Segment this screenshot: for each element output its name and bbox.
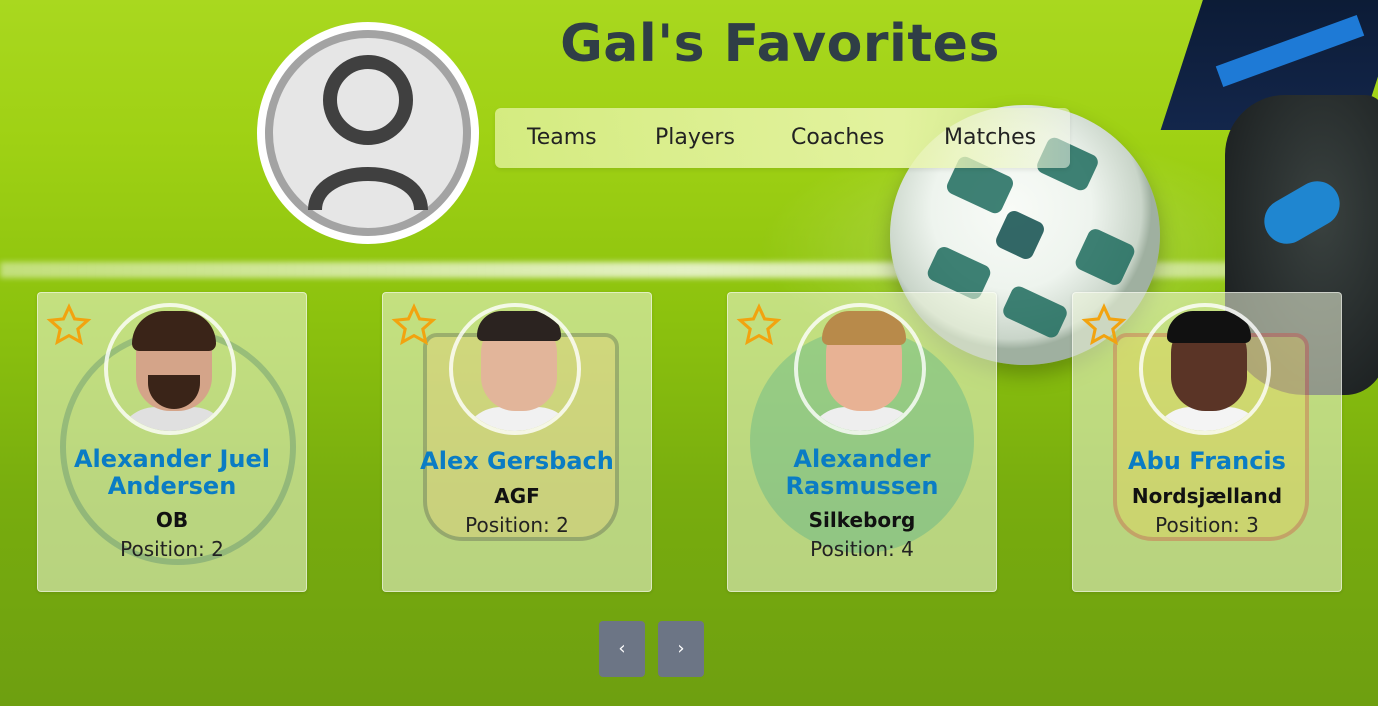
nav-teams[interactable]: Teams xyxy=(527,125,597,150)
star-icon[interactable] xyxy=(391,303,437,349)
star-icon[interactable] xyxy=(1081,303,1127,349)
field-line xyxy=(0,262,1378,278)
player-name[interactable]: Abu Francis xyxy=(1073,448,1341,475)
player-photo xyxy=(794,303,926,435)
page-title: Gal's Favorites xyxy=(560,14,1000,74)
player-position: Position: 4 xyxy=(810,537,914,561)
player-card[interactable]: Alex Gersbach AGF Position: 2 xyxy=(382,292,652,592)
team-name: AGF xyxy=(494,484,540,508)
prev-page-button[interactable]: ‹ xyxy=(599,621,645,677)
player-photo xyxy=(1139,303,1271,435)
user-icon xyxy=(308,55,428,211)
player-photo xyxy=(104,303,236,435)
nav-matches[interactable]: Matches xyxy=(944,125,1036,150)
team-name: Silkeborg xyxy=(808,508,916,532)
player-card[interactable]: Alexander Rasmussen Silkeborg Position: … xyxy=(727,292,997,592)
player-card[interactable]: Abu Francis Nordsjælland Position: 3 xyxy=(1072,292,1342,592)
avatar[interactable] xyxy=(257,22,479,244)
team-name: Nordsjælland xyxy=(1131,484,1283,508)
player-photo xyxy=(449,303,581,435)
player-name[interactable]: Alexander Rasmussen xyxy=(728,446,996,500)
player-position: Position: 2 xyxy=(120,537,224,561)
player-name[interactable]: Alex Gersbach xyxy=(383,448,651,475)
team-name: OB xyxy=(155,508,189,532)
star-icon[interactable] xyxy=(46,303,92,349)
player-name[interactable]: Alexander Juel Andersen xyxy=(38,446,306,500)
nav-players[interactable]: Players xyxy=(655,125,735,150)
chevron-right-icon: › xyxy=(677,638,685,659)
star-icon[interactable] xyxy=(736,303,782,349)
main-nav: Teams Players Coaches Matches xyxy=(495,108,1070,168)
next-page-button[interactable]: › xyxy=(658,621,704,677)
nav-coaches[interactable]: Coaches xyxy=(791,125,884,150)
chevron-left-icon: ‹ xyxy=(618,638,626,659)
player-position: Position: 3 xyxy=(1155,513,1259,537)
player-card[interactable]: Alexander Juel Andersen OB Position: 2 xyxy=(37,292,307,592)
player-position: Position: 2 xyxy=(465,513,569,537)
